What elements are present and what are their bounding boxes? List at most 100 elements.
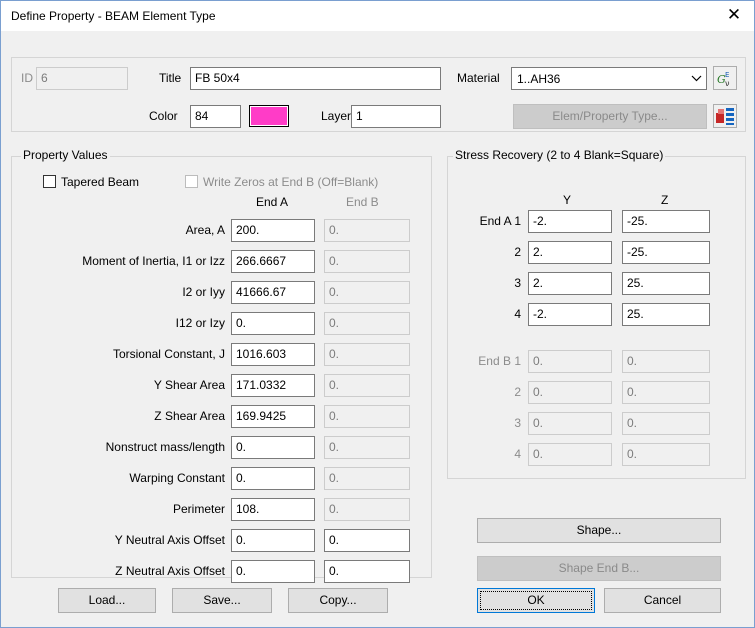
end-a-field[interactable]: 1016.603	[231, 343, 315, 366]
y-header: Y	[563, 193, 572, 207]
end-a-field[interactable]: 200.	[231, 219, 315, 242]
end-b-field: 0.	[324, 405, 410, 428]
end-b-field: 0.	[324, 250, 410, 273]
end-b-field[interactable]: 0.	[324, 560, 410, 583]
property-label: Warping Constant	[129, 471, 225, 485]
property-label: I2 or Iyy	[182, 285, 225, 299]
stress-point-label: 3	[514, 276, 521, 290]
color-field[interactable]: 84	[190, 105, 241, 128]
end-a-field[interactable]: 169.9425	[231, 405, 315, 428]
load-button[interactable]: Load...	[58, 588, 156, 613]
stress-y-field[interactable]: 2.	[528, 272, 612, 295]
end-b-field: 0.	[324, 467, 410, 490]
stress-z-field: 0.	[622, 412, 710, 435]
material-label: Material	[457, 71, 500, 85]
stress-point-label: 4	[514, 447, 521, 461]
end-a-field[interactable]: 0.	[231, 436, 315, 459]
title-label: Title	[159, 71, 182, 85]
id-field: 6	[36, 67, 128, 90]
end-b-field: 0.	[324, 343, 410, 366]
function-material-icon[interactable]: G E ν	[713, 66, 737, 90]
stress-point-label: 3	[514, 416, 521, 430]
stress-y-field: 0.	[528, 381, 612, 404]
end-a-field[interactable]: 0.	[231, 312, 315, 335]
property-label: Torsional Constant, J	[112, 347, 225, 361]
title-bar: Define Property - BEAM Element Type ✕	[1, 1, 754, 31]
define-property-dialog: Define Property - BEAM Element Type ✕ ID…	[0, 0, 755, 628]
save-button[interactable]: Save...	[172, 588, 272, 613]
end-a-field[interactable]: 171.0332	[231, 374, 315, 397]
property-label: Y Neutral Axis Offset	[114, 533, 225, 547]
property-label: Z Shear Area	[154, 409, 225, 423]
property-label: Z Neutral Axis Offset	[115, 564, 225, 578]
end-b-field: 0.	[324, 374, 410, 397]
layer-field[interactable]: 1	[351, 105, 441, 128]
end-a-field[interactable]: 0.	[231, 529, 315, 552]
end-b-field: 0.	[324, 498, 410, 521]
tapered-beam-checkbox[interactable]	[43, 175, 56, 188]
chevron-down-icon	[691, 71, 702, 88]
element-type-icon[interactable]	[713, 104, 737, 128]
end-a-field[interactable]: 266.6667	[231, 250, 315, 273]
end-a-header: End A	[256, 195, 289, 209]
shape-button[interactable]: Shape...	[477, 518, 721, 543]
title-field[interactable]: FB 50x4	[190, 67, 441, 90]
end-b-field: 0.	[324, 436, 410, 459]
property-label: Nonstruct mass/length	[105, 440, 225, 454]
end-b-field: 0.	[324, 312, 410, 335]
stress-y-field[interactable]: 2.	[528, 241, 612, 264]
stress-point-label: 2	[514, 385, 521, 399]
stress-point-label: 4	[514, 307, 521, 321]
stress-z-field: 0.	[622, 443, 710, 466]
close-icon[interactable]: ✕	[721, 5, 747, 27]
stress-z-field[interactable]: 25.	[622, 303, 710, 326]
stress-z-field: 0.	[622, 350, 710, 373]
shape-end-b-button[interactable]: Shape End B...	[477, 556, 721, 581]
end-a-field[interactable]: 41666.67	[231, 281, 315, 304]
property-label: Y Shear Area	[153, 378, 225, 392]
cancel-button[interactable]: Cancel	[604, 588, 721, 613]
stress-point-label: End A 1	[479, 214, 521, 228]
end-a-field[interactable]: 0.	[231, 560, 315, 583]
z-header: Z	[661, 193, 669, 207]
end-b-header: End B	[346, 195, 379, 209]
svg-text:E: E	[725, 71, 729, 79]
window-title: Define Property - BEAM Element Type	[11, 9, 216, 23]
end-b-field: 0.	[324, 281, 410, 304]
property-label: Perimeter	[172, 502, 225, 516]
tapered-beam-label: Tapered Beam	[61, 175, 140, 189]
stress-z-field[interactable]: -25.	[622, 241, 710, 264]
stress-z-field[interactable]: -25.	[622, 210, 710, 233]
id-label: ID	[21, 71, 33, 85]
material-select[interactable]: 1..AH36	[511, 67, 707, 90]
svg-text:ν: ν	[725, 79, 730, 88]
elem-property-type-button[interactable]: Elem/Property Type...	[513, 104, 707, 129]
ok-button[interactable]: OK	[477, 588, 595, 613]
write-zeros-checkbox[interactable]	[185, 175, 198, 188]
stress-y-field[interactable]: -2.	[528, 303, 612, 326]
end-b-field: 0.	[324, 219, 410, 242]
material-select-value: 1..AH36	[517, 72, 561, 86]
stress-recovery-group-label: Stress Recovery (2 to 4 Blank=Square)	[453, 148, 666, 162]
stress-point-label: End B 1	[478, 354, 521, 368]
end-a-field[interactable]: 108.	[231, 498, 315, 521]
stress-y-field: 0.	[528, 350, 612, 373]
end-a-field[interactable]: 0.	[231, 467, 315, 490]
focus-ring	[480, 591, 592, 610]
stress-y-field[interactable]: -2.	[528, 210, 612, 233]
property-label: Area, A	[185, 223, 225, 237]
stress-point-label: 2	[514, 245, 521, 259]
stress-z-field[interactable]: 25.	[622, 272, 710, 295]
stress-y-field: 0.	[528, 412, 612, 435]
color-label: Color	[149, 109, 178, 123]
property-values-group-label: Property Values	[21, 148, 110, 162]
property-label: I12 or Izy	[175, 316, 225, 330]
copy-button[interactable]: Copy...	[288, 588, 388, 613]
end-b-field[interactable]: 0.	[324, 529, 410, 552]
stress-z-field: 0.	[622, 381, 710, 404]
layer-label: Layer	[321, 109, 352, 123]
color-swatch[interactable]	[249, 105, 289, 127]
write-zeros-label: Write Zeros at End B (Off=Blank)	[203, 175, 379, 189]
property-label: Moment of Inertia, I1 or Izz	[82, 254, 225, 268]
stress-y-field: 0.	[528, 443, 612, 466]
